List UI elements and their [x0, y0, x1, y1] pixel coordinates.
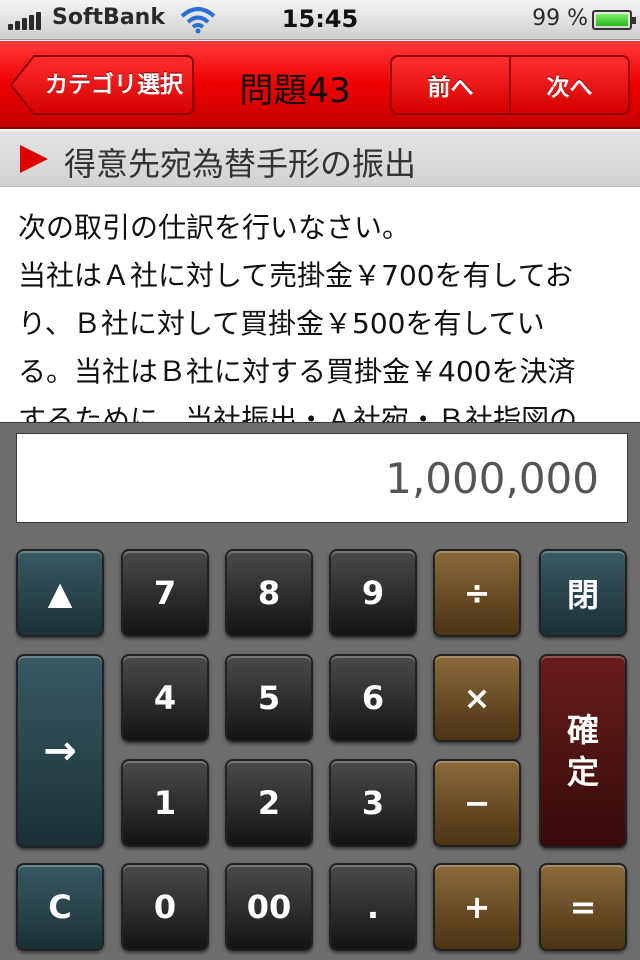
key-4[interactable]: 4 [121, 654, 209, 742]
equals-key[interactable]: = [539, 863, 627, 951]
status-bar: SoftBank 15:45 99 % [0, 0, 640, 40]
prev-next-segmented-control: 前へ 次へ [390, 55, 630, 115]
key-3[interactable]: 3 [329, 759, 417, 847]
next-button[interactable]: 次へ [509, 57, 628, 113]
confirm-key[interactable]: 確定 [539, 654, 627, 848]
key-7[interactable]: 7 [121, 549, 209, 637]
key-00[interactable]: 00 [225, 863, 313, 951]
calculator-panel: 1,000,000 ▲ 7 8 9 ÷ 閉 4 5 6 × → 確定 1 2 3… [0, 422, 640, 960]
key-1[interactable]: 1 [121, 759, 209, 847]
key-8[interactable]: 8 [225, 549, 313, 637]
question-line: するために、当社振出・Ａ社宛・Ｂ社指図の [18, 403, 578, 422]
enter-arrow-key[interactable]: → [16, 654, 104, 848]
play-triangle-icon [20, 145, 48, 173]
battery-level [596, 14, 628, 26]
decimal-key[interactable]: . [329, 863, 417, 951]
calculator-display: 1,000,000 [16, 433, 628, 523]
battery-icon [592, 10, 636, 30]
battery-percent: 99 % [532, 6, 588, 31]
prev-button[interactable]: 前へ [392, 57, 509, 113]
plus-key[interactable]: + [433, 863, 521, 951]
close-key[interactable]: 閉 [539, 549, 627, 637]
back-button[interactable]: カテゴリ選択 [10, 55, 194, 115]
question-line: り、Ｂ社に対して買掛金￥500を有してい [18, 307, 545, 340]
key-5[interactable]: 5 [225, 654, 313, 742]
question-line: る。当社はＢ社に対する買掛金￥400を決済 [18, 355, 576, 388]
key-9[interactable]: 9 [329, 549, 417, 637]
minus-key[interactable]: − [433, 759, 521, 847]
clear-key[interactable]: C [16, 863, 104, 951]
back-button-label: カテゴリ選択 [45, 72, 183, 98]
navigation-bar: カテゴリ選択 問題43 前へ 次へ [0, 41, 640, 129]
multiply-key[interactable]: × [433, 654, 521, 742]
question-text: 次の取引の仕訳を行いなさい。 当社はＡ社に対して売掛金￥700を有してお り、Ｂ… [18, 204, 622, 422]
question-line: 当社はＡ社に対して売掛金￥700を有してお [18, 259, 573, 292]
up-key[interactable]: ▲ [16, 549, 104, 637]
key-0[interactable]: 0 [121, 863, 209, 951]
section-title: 得意先宛為替手形の振出 [64, 145, 417, 183]
key-2[interactable]: 2 [225, 759, 313, 847]
divide-key[interactable]: ÷ [433, 549, 521, 637]
page-title: 問題43 [239, 71, 351, 111]
key-6[interactable]: 6 [329, 654, 417, 742]
section-header: 得意先宛為替手形の振出 [0, 131, 640, 187]
question-line: 次の取引の仕訳を行いなさい。 [18, 211, 411, 244]
